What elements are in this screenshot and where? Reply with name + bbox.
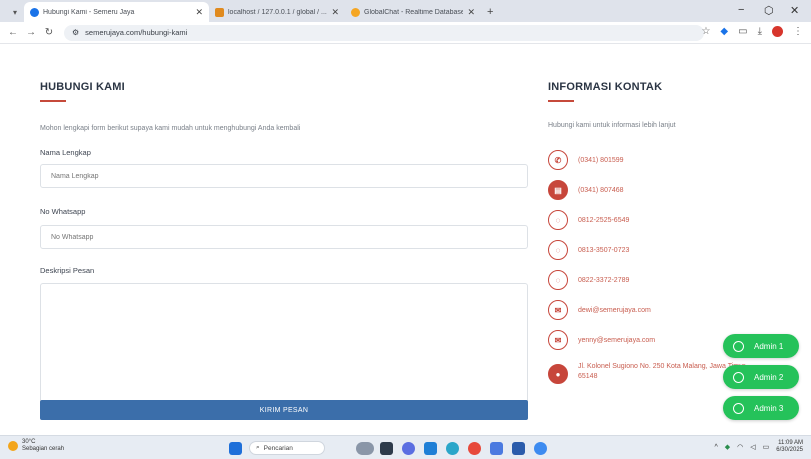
sun-icon (8, 441, 18, 451)
close-tab-icon[interactable]: ✕ (331, 7, 339, 18)
phpmyadmin-icon (215, 7, 224, 17)
whatsapp-icon: ◌ (548, 270, 568, 290)
sidepanel-icon[interactable]: ▭ (738, 26, 747, 37)
close-tab-icon[interactable]: ✕ (467, 7, 475, 18)
photos-icon[interactable] (490, 442, 503, 455)
weather-temp: 30°C (22, 439, 36, 445)
reload-icon[interactable]: ↻ (40, 27, 58, 38)
app-icon[interactable] (512, 442, 525, 455)
weather-desc: Sebagian cerah (22, 446, 65, 452)
taskbar-search[interactable]: ⌕ Pencarian (249, 441, 325, 455)
weather-widget[interactable]: 30°C Sebagian cerah (8, 439, 64, 453)
phone-icon: ✆ (548, 150, 568, 170)
wifi-icon[interactable]: ◠ (737, 443, 743, 451)
tab-hubungi-kami[interactable]: Hubungi Kami - Semeru Jaya ✕ (24, 2, 209, 22)
contact-email-2[interactable]: ✉ yenny@semerujaya.com (548, 330, 655, 350)
firebase-icon (351, 7, 360, 17)
minimize-icon[interactable]: − (738, 4, 744, 16)
close-tab-icon[interactable]: ✕ (195, 7, 203, 18)
contact-title: INFORMASI KONTAK (548, 81, 663, 93)
message-textarea[interactable] (40, 283, 528, 403)
admin-1-button[interactable]: Admin 1 (723, 334, 799, 358)
contact-description: Hubungi kami untuk informasi lebih lanju… (548, 122, 676, 129)
whatsapp-icon: ◌ (548, 210, 568, 230)
contact-whatsapp-2[interactable]: ◌ 0813-3507-0723 (548, 240, 629, 260)
widgets-icon[interactable] (356, 442, 374, 455)
admin-2-button[interactable]: Admin 2 (723, 365, 799, 389)
tab-localhost[interactable]: localhost / 127.0.0.1 / global / ... ✕ (209, 2, 345, 22)
form-title-underline (40, 100, 66, 102)
url-field[interactable]: ⚙ semerujaya.com/hubungi-kami (64, 24, 704, 41)
whatsapp-icon: ◌ (548, 240, 568, 260)
profile-avatar[interactable] (772, 26, 783, 37)
page-content: HUBUNGI KAMI Mohon lengkapi form berikut… (0, 44, 811, 435)
forward-icon[interactable]: → (22, 27, 40, 38)
contact-fax[interactable]: ▤ (0341) 807468 (548, 180, 624, 200)
whatsapp-icon (733, 371, 744, 383)
chrome-icon[interactable] (468, 442, 481, 455)
name-label: Nama Lengkap (40, 148, 91, 157)
address-bar: ← → ↻ ⚙ semerujaya.com/hubungi-kami ☆ ◆ … (0, 22, 811, 44)
search-icon: ⌕ (256, 444, 260, 451)
menu-icon[interactable]: ⋮ (793, 26, 803, 37)
browser-tab-bar: ▾ Hubungi Kami - Semeru Jaya ✕ localhost… (0, 0, 811, 22)
message-label: Deskripsi Pesan (40, 266, 95, 275)
file-explorer-icon[interactable] (380, 442, 393, 455)
form-title: HUBUNGI KAMI (40, 81, 125, 93)
github-icon[interactable] (402, 442, 415, 455)
extension-icon[interactable]: ◆ (720, 26, 728, 37)
mail-icon: ✉ (548, 330, 568, 350)
globe-icon (30, 7, 39, 17)
contact-phone-1[interactable]: ✆ (0341) 801599 (548, 150, 624, 170)
site-info-icon[interactable]: ⚙ (72, 28, 79, 37)
download-icon[interactable]: ⤓ (758, 26, 762, 37)
whatsapp-icon (733, 340, 744, 352)
battery-icon[interactable]: ▭ (763, 443, 770, 451)
whatsapp-label: No Whatsapp (40, 207, 86, 216)
whatsapp-icon (733, 402, 744, 414)
clock[interactable]: 11:09 AM 6/30/2025 (776, 440, 803, 454)
close-window-icon[interactable]: ✕ (790, 4, 799, 17)
windows-start-icon[interactable] (229, 442, 242, 455)
contact-whatsapp-3[interactable]: ◌ 0822-3372-2789 (548, 270, 629, 290)
fax-icon: ▤ (548, 180, 568, 200)
system-tray: ^ ◆ ◠ ◁ ▭ 11:09 AM 6/30/2025 (714, 440, 803, 454)
maximize-icon[interactable]: ⬡ (764, 4, 774, 17)
chevron-up-icon[interactable]: ^ (714, 444, 717, 451)
mail-icon: ✉ (548, 300, 568, 320)
vscode-icon[interactable] (424, 442, 437, 455)
bookmark-star-icon[interactable]: ☆ (701, 26, 710, 37)
new-tab-icon[interactable]: + (487, 6, 493, 18)
contact-email-1[interactable]: ✉ dewi@semerujaya.com (548, 300, 651, 320)
name-input[interactable] (40, 164, 528, 188)
back-icon[interactable]: ← (4, 27, 22, 38)
form-description: Mohon lengkapi form berikut supaya kami … (40, 125, 301, 132)
whatsapp-input[interactable] (40, 225, 528, 249)
url-text: semerujaya.com/hubungi-kami (85, 28, 188, 37)
tab-globalchat[interactable]: GlobalChat - Realtime Database ... ✕ (345, 2, 481, 22)
volume-icon[interactable]: ◁ (750, 443, 755, 451)
network-app-icon[interactable]: ◆ (725, 443, 730, 451)
edge-icon[interactable] (446, 442, 459, 455)
contact-whatsapp-1[interactable]: ◌ 0812-2525-6549 (548, 210, 629, 230)
taskbar: 30°C Sebagian cerah ⌕ Pencarian ^ ◆ ◠ ◁ … (0, 435, 811, 459)
submit-button[interactable]: KIRIM PESAN (40, 400, 528, 420)
admin-3-button[interactable]: Admin 3 (723, 396, 799, 420)
location-icon: ● (548, 364, 568, 384)
contact-title-underline (548, 100, 574, 102)
tab-list-icon[interactable]: ▾ (6, 8, 24, 17)
messenger-icon[interactable] (534, 442, 547, 455)
